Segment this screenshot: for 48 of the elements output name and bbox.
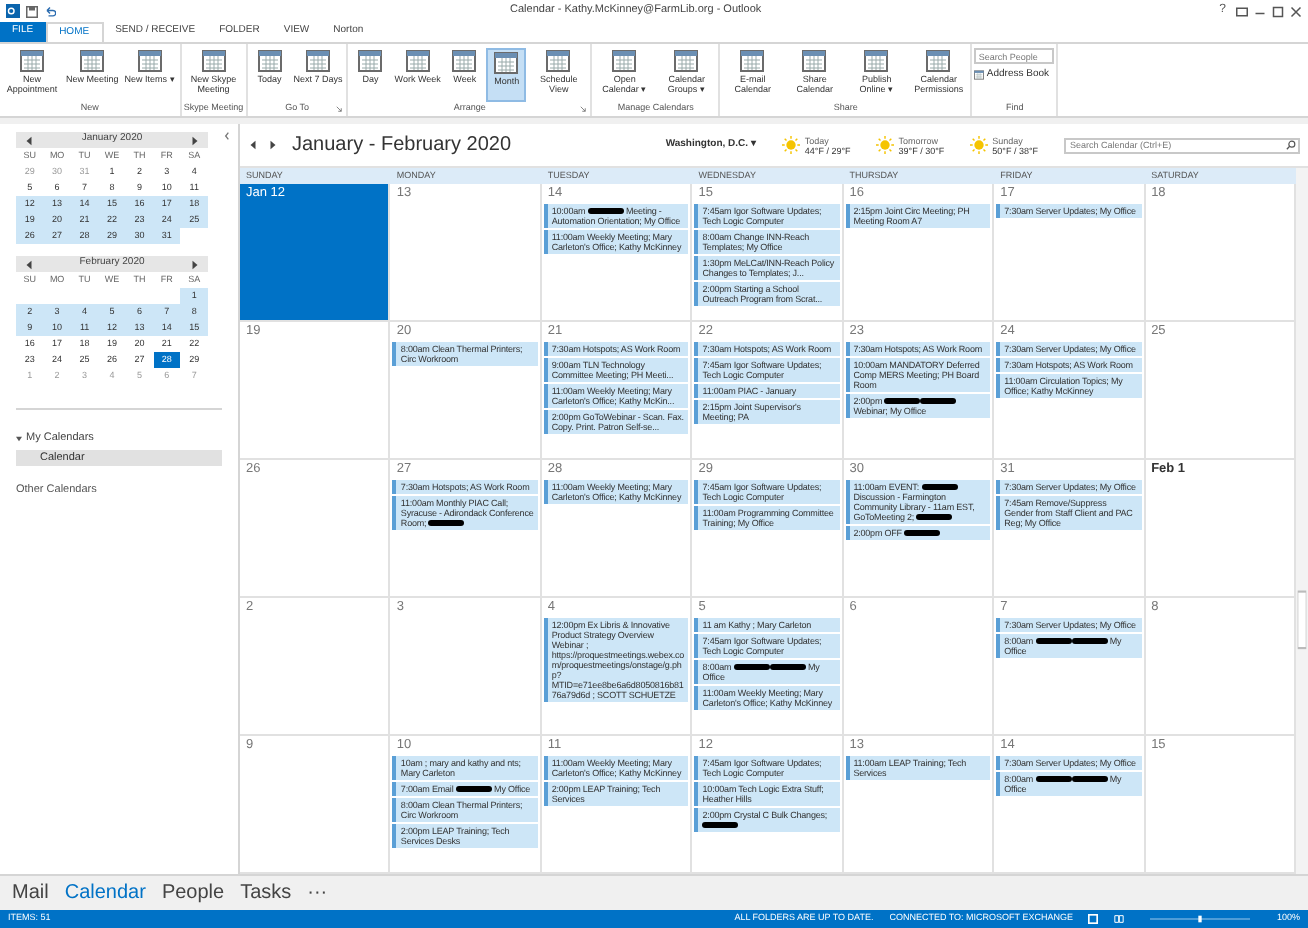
calendar-icon	[612, 50, 637, 72]
save-icon[interactable]	[26, 5, 38, 17]
sun-icon	[782, 136, 801, 154]
calendar-icon	[405, 50, 430, 72]
reading-view-icon[interactable]	[1114, 914, 1125, 924]
undo-icon[interactable]	[44, 5, 56, 17]
calendar-icon	[358, 50, 383, 72]
navigation-link[interactable]: Tasks	[240, 878, 292, 908]
calendar-icon	[926, 50, 951, 72]
calendar-icon	[452, 50, 477, 72]
scrollbar[interactable]	[1296, 168, 1308, 874]
calendar-icon	[864, 50, 889, 72]
day-cell[interactable]	[541, 322, 693, 458]
sun-icon	[970, 136, 989, 154]
close-icon[interactable]	[1290, 5, 1302, 17]
calendar-icon	[306, 50, 331, 72]
expand-arrow-icon[interactable]	[16, 435, 22, 442]
calendar-icon	[674, 50, 699, 72]
dialog-launcher-icon[interactable]	[580, 106, 587, 112]
calendar-icon	[802, 50, 827, 72]
calendar-icon	[546, 50, 571, 72]
navigation-link[interactable]: People	[161, 878, 225, 908]
normal-view-icon[interactable]	[1088, 914, 1099, 924]
calendar-icon	[138, 50, 163, 72]
navigation-link[interactable]: Calendar	[64, 878, 146, 908]
calendar-icon	[80, 50, 105, 72]
calendar-icon	[201, 50, 226, 72]
previous-month-icon[interactable]	[24, 135, 34, 145]
restore-options-icon[interactable]	[1236, 5, 1248, 17]
calendar-icon	[20, 50, 44, 72]
sun-icon	[876, 136, 895, 154]
maximize-icon[interactable]	[1272, 5, 1284, 17]
next-icon[interactable]	[268, 140, 278, 150]
collapse-icon[interactable]	[224, 132, 230, 140]
app-icon[interactable]	[6, 4, 20, 18]
search-icon[interactable]	[1286, 140, 1296, 150]
calendar-icon	[740, 50, 765, 72]
previous-icon[interactable]	[248, 140, 258, 150]
calendar-icon	[257, 50, 282, 72]
day-cell[interactable]	[692, 184, 844, 320]
next-month-icon[interactable]	[190, 135, 200, 145]
date-range-title: January - February 2020	[292, 132, 512, 160]
calendar-icon	[494, 52, 519, 74]
next-month-icon[interactable]	[190, 259, 200, 269]
previous-month-icon[interactable]	[24, 259, 34, 269]
navigation-link[interactable]: Mail	[12, 878, 49, 908]
navigation-link[interactable]: ···	[307, 878, 328, 908]
dialog-launcher-icon[interactable]	[336, 106, 343, 112]
